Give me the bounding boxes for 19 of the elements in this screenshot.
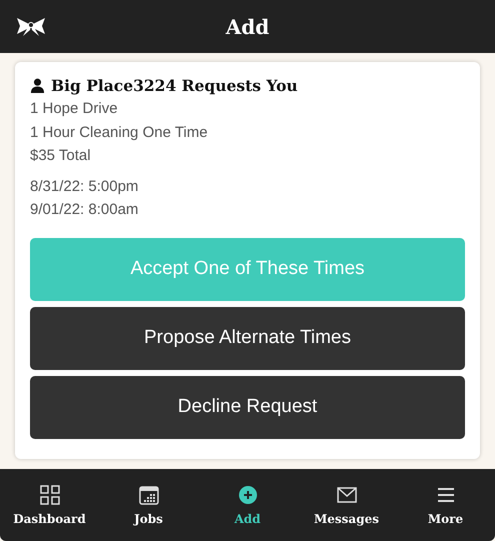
nav-tab[interactable]: Add xyxy=(198,469,297,541)
action-button[interactable]: Decline Request xyxy=(30,376,465,438)
add-icon xyxy=(236,484,258,506)
page-title: Add xyxy=(226,14,270,38)
nav-tab[interactable]: Messages xyxy=(297,469,396,541)
action-button[interactable]: Propose Alternate Times xyxy=(30,306,465,370)
requested-time: 9/01/22: 8:00am xyxy=(30,200,140,220)
request-title: Big Place3224 Requests You xyxy=(51,76,298,95)
request-detail: 1 Hope Drive xyxy=(30,99,119,119)
nav-tab[interactable]: Dashboard xyxy=(0,469,99,541)
nav-tab[interactable]: Jobs xyxy=(99,469,198,541)
grid-icon xyxy=(38,484,60,506)
bow-icon xyxy=(16,16,46,36)
nav-tab[interactable]: More xyxy=(396,469,495,541)
request-detail: $35 Total xyxy=(30,146,92,166)
calendar-icon xyxy=(138,484,160,506)
person-icon xyxy=(30,78,45,93)
requested-time: 8/31/22: 5:00pm xyxy=(30,176,140,196)
request-detail: 1 Hour Cleaning One Time xyxy=(30,122,209,142)
